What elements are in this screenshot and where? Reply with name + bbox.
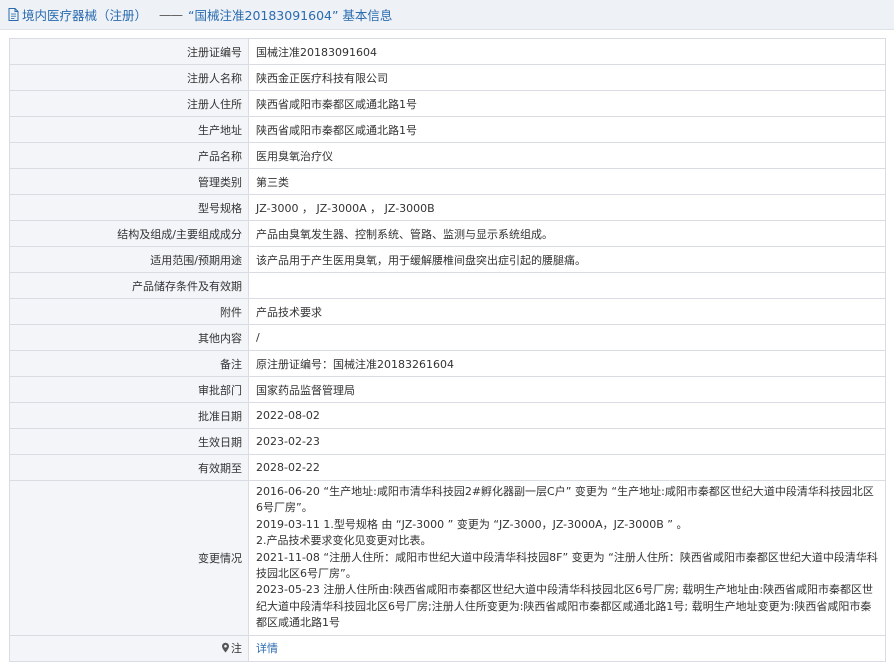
row-value: 原注册证编号：国械注准20183261604 [248,350,886,377]
row-value: 第三类 [248,168,886,195]
table-row: 其他内容 / [9,324,886,351]
note-value: 详情 [248,634,886,662]
change-history-label: 变更情况 [9,480,249,636]
table-row: 型号规格 JZ-3000 ， JZ-3000A ， JZ-3000B [9,194,886,221]
table-row: 适用范围/预期用途 该产品用于产生医用臭氧，用于缓解腰椎间盘突出症引起的腰腿痛。 [9,246,886,273]
table-row: 附件 产品技术要求 [9,298,886,325]
row-label: 注册人名称 [9,64,249,91]
row-value: 陕西省咸阳市秦都区咸通北路1号 [248,90,886,117]
row-value: JZ-3000 ， JZ-3000A ， JZ-3000B [248,194,886,221]
detail-table-body: 注册证编号 国械注准20183091604 注册人名称 陕西金正医疗科技有限公司 注… [9,38,886,662]
row-label: 生效日期 [9,428,249,455]
row-value: 医用臭氧治疗仪 [248,142,886,169]
table-row: 注册证编号 国械注准20183091604 [9,38,886,65]
row-label: 注册人住所 [9,90,249,117]
row-label: 注册证编号 [9,38,249,65]
row-value: 2028-02-22 [248,454,886,481]
row-label: 有效期至 [9,454,249,481]
row-value: 2023-02-23 [248,428,886,455]
change-line: 2016-06-20 “生产地址:咸阳市清华科技园2#孵化器副一层C户” 变更为… [256,485,874,515]
change-history-value: 2016-06-20 “生产地址:咸阳市清华科技园2#孵化器副一层C户” 变更为… [248,480,886,636]
row-label: 审批部门 [9,376,249,403]
change-line: 2.产品技术要求变化见变更对比表。 [256,534,432,548]
row-label: 附件 [9,298,249,325]
table-row: 备注 原注册证编号：国械注准20183261604 [9,350,886,377]
note-row: 注 详情 [9,634,886,662]
change-line: 2023-05-23 注册人住所由:陕西省咸阳市秦都区世纪大道中段清华科技园北区… [256,583,874,630]
row-value: 陕西金正医疗科技有限公司 [248,64,886,91]
row-value: 该产品用于产生医用臭氧，用于缓解腰椎间盘突出症引起的腰腿痛。 [248,246,886,273]
row-value: 2022-08-02 [248,402,886,429]
row-label: 生产地址 [9,116,249,143]
row-label: 其他内容 [9,324,249,351]
page-title: “国械注准20183091604” 基本信息 [188,8,393,23]
breadcrumb-separator: —— [159,7,183,22]
table-row: 产品储存条件及有效期 [9,272,886,299]
row-value: 陕西省咸阳市秦都区咸通北路1号 [248,116,886,143]
change-history-row: 变更情况 2016-06-20 “生产地址:咸阳市清华科技园2#孵化器副一层C户… [9,480,886,636]
row-label: 备注 [9,350,249,377]
document-icon [8,8,19,21]
note-label-cell: 注 [9,634,249,662]
map-pin-icon [222,642,229,653]
table-row: 有效期至 2028-02-22 [9,454,886,481]
row-label: 批准日期 [9,402,249,429]
table-row: 审批部门 国家药品监督管理局 [9,376,886,403]
page-header: 境内医疗器械（注册） —— “国械注准20183091604” 基本信息 [0,0,894,30]
row-value: 国械注准20183091604 [248,38,886,65]
change-line: 2019-03-11 1.型号规格 由 “JZ-3000 ” 变更为 “JZ-3… [256,517,688,531]
table-row: 注册人住所 陕西省咸阳市秦都区咸通北路1号 [9,90,886,117]
row-value: 国家药品监督管理局 [248,376,886,403]
row-value: 产品由臭氧发生器、控制系统、管路、监测与显示系统组成。 [248,220,886,247]
detail-table: 注册证编号 国械注准20183091604 注册人名称 陕西金正医疗科技有限公司 注… [9,38,886,662]
row-label: 产品储存条件及有效期 [9,272,249,299]
table-row: 注册人名称 陕西金正医疗科技有限公司 [9,64,886,91]
table-row: 管理类别 第三类 [9,168,886,195]
row-value: / [248,324,886,351]
row-label: 管理类别 [9,168,249,195]
table-row: 生效日期 2023-02-23 [9,428,886,455]
detail-table-container: 注册证编号 国械注准20183091604 注册人名称 陕西金正医疗科技有限公司 注… [9,38,886,662]
change-line: 2021-11-08 “注册人住所：咸阳市世纪大道中段清华科技园8F” 变更为 … [256,550,878,581]
row-label: 结构及组成/主要组成成分 [9,220,249,247]
table-row: 产品名称 医用臭氧治疗仪 [9,142,886,169]
table-row: 批准日期 2022-08-02 [9,402,886,429]
row-label: 产品名称 [9,142,249,169]
row-value: 产品技术要求 [248,298,886,325]
note-label: 注 [231,642,242,656]
table-row: 结构及组成/主要组成成分 产品由臭氧发生器、控制系统、管路、监测与显示系统组成。 [9,220,886,247]
table-row: 生产地址 陕西省咸阳市秦都区咸通北路1号 [9,116,886,143]
breadcrumb[interactable]: 境内医疗器械（注册） [22,5,147,24]
row-label: 型号规格 [9,194,249,221]
detail-link[interactable]: 详情 [256,642,278,655]
row-value [248,272,886,299]
row-label: 适用范围/预期用途 [9,246,249,273]
